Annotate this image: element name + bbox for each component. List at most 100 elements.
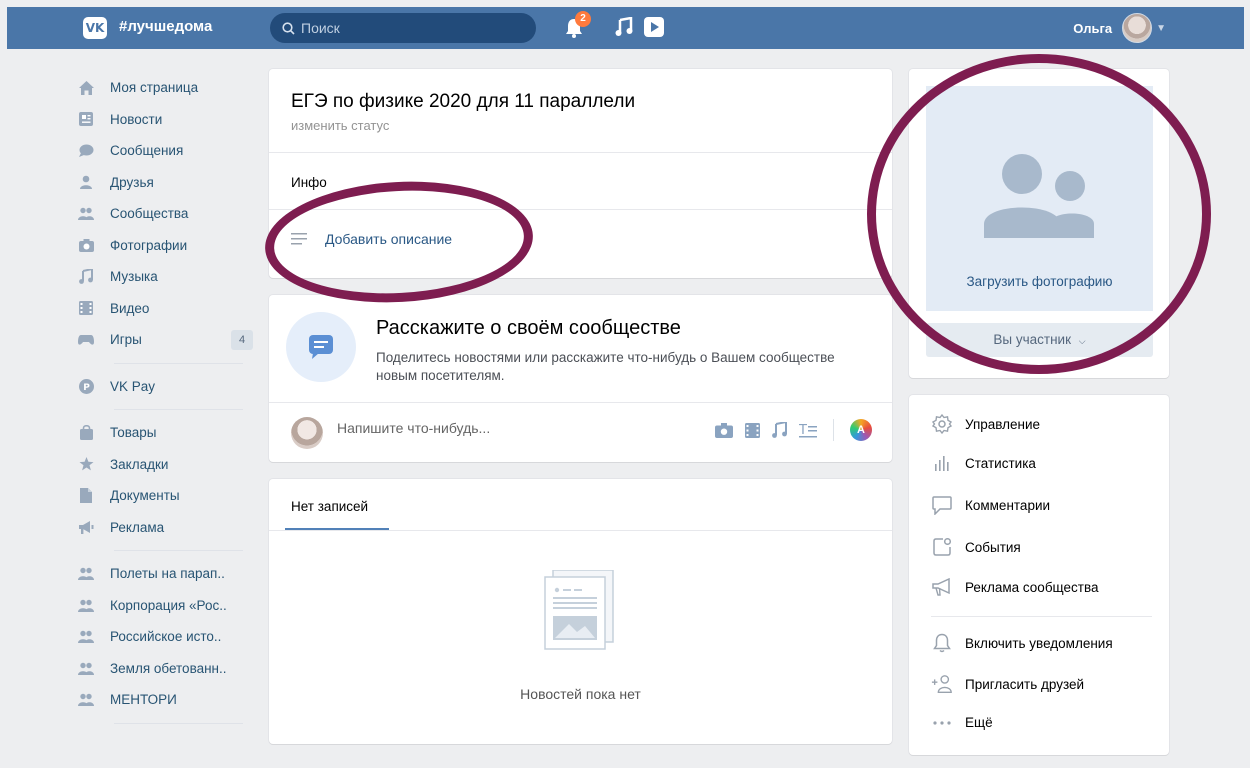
author-select-icon[interactable]: A: [850, 419, 872, 441]
divider: [269, 530, 892, 531]
sidebar-item-friends[interactable]: Друзья: [78, 167, 253, 199]
community-icon: [78, 660, 94, 676]
post-attach-tools: T A: [715, 419, 872, 441]
manage-link[interactable]: Управление: [931, 414, 1040, 434]
chevron-down-icon: ⌵: [1078, 336, 1086, 346]
sidebar-item-games[interactable]: Игры 4: [78, 324, 253, 356]
wall-card: Нет записей Новостей пока нет: [269, 479, 892, 744]
add-description-button[interactable]: Добавить описание: [291, 231, 452, 247]
community-prompt-card: Расскажите о своём сообществе Поделитесь…: [269, 295, 892, 462]
empty-feed-text: Новостей пока нет: [520, 686, 641, 702]
avatar: [291, 417, 323, 449]
sidebar-group-item[interactable]: Земля обетованн..: [78, 653, 253, 685]
prompt-text: Поделитесь новостями или расскажите что-…: [376, 350, 835, 383]
add-description-label: Добавить описание: [325, 231, 453, 247]
text-article-icon[interactable]: T: [799, 422, 817, 438]
community-icon: [78, 692, 94, 708]
sidebar-item-music[interactable]: Музыка: [78, 261, 253, 293]
home-icon: [78, 80, 94, 96]
brand-hashtag[interactable]: #лучшедома: [119, 18, 212, 35]
video-icon[interactable]: [745, 422, 760, 438]
search-input[interactable]: [301, 20, 521, 36]
prompt-title: Расскажите о своём сообществе: [376, 317, 681, 339]
nav-divider: [114, 362, 243, 364]
stats-icon: [931, 455, 953, 471]
nav-divider: [114, 550, 243, 551]
upload-photo-area[interactable]: Загрузить фотографию: [926, 86, 1153, 311]
community-icon: [78, 597, 94, 613]
gear-icon: [931, 414, 953, 434]
sidebar-item-news[interactable]: Новости: [78, 104, 253, 136]
music-icon[interactable]: [615, 17, 633, 37]
avatar: [1122, 13, 1153, 43]
sidebar-item-vk-pay[interactable]: P VK Pay: [78, 371, 253, 403]
user-menu[interactable]: Ольга ▼: [1073, 13, 1166, 43]
games-count-badge: 4: [231, 330, 253, 350]
sidebar-item-messages[interactable]: Сообщения: [78, 135, 253, 167]
communities-icon: [78, 206, 94, 222]
sidebar-item-bookmarks[interactable]: Закладки: [78, 449, 253, 481]
search-icon: [282, 21, 295, 35]
megaphone-icon: [931, 578, 953, 596]
community-icon: [984, 154, 1094, 238]
divider: [269, 152, 892, 153]
sidebar-group-item[interactable]: МЕНТОРИ: [78, 684, 253, 716]
event-icon: [931, 537, 953, 557]
divider: [931, 616, 1152, 617]
community-icon: [78, 629, 94, 645]
post-input[interactable]: [337, 420, 637, 436]
vk-logo-icon[interactable]: VK: [83, 17, 107, 39]
invite-friends-link[interactable]: Пригласить друзей: [931, 674, 1084, 694]
svg-text:T: T: [799, 423, 807, 438]
user-name: Ольга: [1073, 20, 1113, 36]
empty-feed-icon: [544, 570, 614, 650]
sidebar-group-item[interactable]: Корпорация «Рос..: [78, 590, 253, 622]
camera-icon: [78, 237, 94, 253]
notification-badge: 2: [575, 11, 591, 27]
search-box[interactable]: [270, 13, 536, 43]
sidebar-item-ads[interactable]: Реклама: [78, 512, 253, 544]
events-link[interactable]: События: [931, 537, 1021, 557]
nav-divider: [114, 409, 243, 410]
news-icon: [78, 111, 94, 127]
tab-no-posts[interactable]: Нет записей: [291, 499, 368, 514]
sidebar-item-my-page[interactable]: Моя страница: [78, 72, 253, 104]
document-icon: [78, 488, 94, 504]
messages-icon: [78, 143, 94, 159]
comments-link[interactable]: Комментарии: [931, 496, 1050, 515]
sidebar-item-video[interactable]: Видео: [78, 293, 253, 325]
music-icon[interactable]: [772, 422, 787, 438]
sidebar-item-photos[interactable]: Фотографии: [78, 230, 253, 262]
page-title: ЕГЭ по физике 2020 для 11 параллели: [291, 91, 636, 112]
community-actions-card: Управление Статистика Комментарии Событи…: [909, 395, 1169, 755]
sidebar-item-communities[interactable]: Сообщества: [78, 198, 253, 230]
text-lines-icon: [291, 233, 307, 245]
friends-icon: [78, 174, 94, 190]
info-section-label: Инфо: [291, 175, 327, 190]
statistics-link[interactable]: Статистика: [931, 455, 1036, 471]
comment-icon: [931, 496, 953, 515]
chevron-down-icon: ▼: [1156, 22, 1166, 34]
edit-status-link[interactable]: изменить статус: [291, 118, 389, 133]
video-icon: [78, 300, 94, 316]
bag-icon: [78, 425, 94, 441]
music-icon: [78, 269, 94, 285]
video-icon[interactable]: [643, 16, 665, 38]
sidebar-group-item[interactable]: Полеты на парап..: [78, 558, 253, 590]
top-header: VK #лучшедома 2 Ольга ▼: [7, 7, 1244, 49]
invite-icon: [931, 674, 953, 694]
group-info-card: ЕГЭ по физике 2020 для 11 параллели изме…: [269, 69, 892, 278]
vkpay-icon: P: [78, 378, 94, 394]
sidebar-item-documents[interactable]: Документы: [78, 480, 253, 512]
member-status-button[interactable]: Вы участник ⌵: [926, 323, 1153, 357]
nav-divider: [114, 722, 243, 724]
more-link[interactable]: Ещё: [931, 715, 993, 730]
sidebar-item-goods[interactable]: Товары: [78, 417, 253, 449]
community-icon: [78, 566, 94, 582]
divider: [269, 402, 892, 403]
camera-icon[interactable]: [715, 422, 733, 438]
community-ads-link[interactable]: Реклама сообщества: [931, 578, 1098, 596]
divider: [269, 209, 892, 210]
sidebar-group-item[interactable]: Российское исто..: [78, 621, 253, 653]
enable-notifications-link[interactable]: Включить уведомления: [931, 633, 1113, 653]
